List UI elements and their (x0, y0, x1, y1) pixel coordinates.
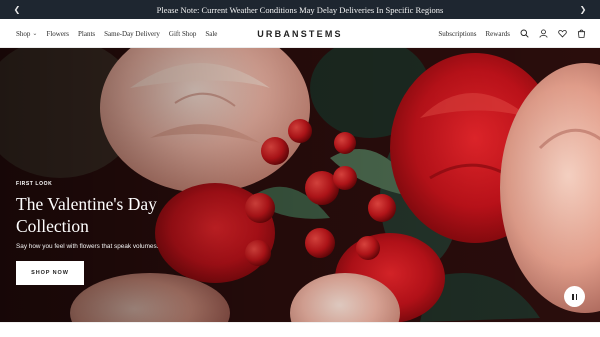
pause-button[interactable] (564, 286, 585, 307)
nav-item-gift-shop[interactable]: Gift Shop (169, 30, 196, 38)
nav-item-subscriptions[interactable]: Subscriptions (438, 30, 476, 38)
hero-title: The Valentine's Day Collection (16, 194, 157, 236)
hero-subtitle: Say how you feel with flowers that speak… (16, 243, 159, 250)
search-icon[interactable] (519, 29, 529, 39)
announcement-bar: ❮ Please Note: Current Weather Condition… (0, 0, 600, 19)
chevron-down-icon: ⌄ (32, 30, 38, 37)
primary-nav: Shop ⌄ Flowers Plants Same-Day Delivery … (16, 19, 217, 48)
nav-item-flowers[interactable]: Flowers (46, 30, 69, 38)
announcement-text: Please Note: Current Weather Conditions … (156, 4, 444, 15)
nav-shop-label: Shop (16, 29, 31, 38)
hero-banner[interactable]: FIRST LOOK The Valentine's Day Collectio… (0, 48, 600, 322)
nav-item-sale[interactable]: Sale (205, 30, 217, 38)
pause-icon (571, 293, 578, 300)
nav-item-rewards[interactable]: Rewards (486, 30, 511, 38)
hero-content: FIRST LOOK The Valentine's Day Collectio… (16, 181, 206, 285)
chevron-right-icon[interactable]: ❯ (574, 0, 592, 19)
hero-kicker: FIRST LOOK (16, 181, 53, 187)
shop-now-button[interactable]: SHOP NOW (16, 261, 84, 285)
utility-nav: Subscriptions Rewards (438, 19, 586, 48)
favorites-icon[interactable] (557, 29, 567, 39)
chevron-left-icon[interactable]: ❮ (8, 0, 26, 19)
nav-item-same-day-delivery[interactable]: Same-Day Delivery (104, 30, 160, 38)
next-section (0, 322, 600, 337)
account-icon[interactable] (538, 29, 548, 39)
cart-icon[interactable] (576, 29, 586, 39)
site-header: Shop ⌄ Flowers Plants Same-Day Delivery … (0, 19, 600, 48)
nav-item-shop[interactable]: Shop ⌄ (16, 30, 37, 38)
site-logo[interactable]: URBANSTEMS (257, 29, 343, 39)
nav-item-plants[interactable]: Plants (78, 30, 95, 38)
